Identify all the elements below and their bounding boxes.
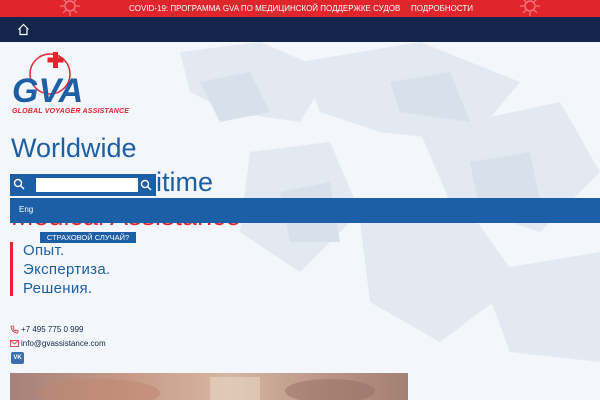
email-address: info@gvassistance.com	[21, 339, 106, 348]
virus-icon	[520, 0, 540, 16]
virus-icon	[60, 0, 80, 16]
hero-title-line-1: Worldwide	[11, 133, 137, 163]
search-input[interactable]	[36, 178, 138, 192]
language-switch-eng[interactable]: Eng	[19, 205, 33, 214]
tagline-accent-bar	[10, 242, 13, 296]
logo-caption: GLOBAL VOYAGER ASSISTANCE	[12, 108, 130, 115]
hero-photo	[10, 373, 408, 400]
logo-text: GVA	[12, 72, 83, 110]
covid-details-link[interactable]: ПОДРОБНОСТИ	[411, 0, 473, 17]
mail-icon	[10, 340, 19, 347]
search-icon[interactable]	[13, 178, 25, 190]
home-icon[interactable]	[17, 23, 30, 36]
tagline-line-1: Опыт.	[23, 242, 65, 259]
phone-number: +7 495 775 0 999	[21, 325, 84, 334]
search-submit-icon[interactable]	[138, 178, 154, 192]
search-bar	[10, 174, 156, 196]
top-nav-bar	[0, 17, 600, 42]
phone-icon	[10, 325, 19, 334]
contact-email[interactable]: info@gvassistance.com	[10, 339, 106, 348]
language-bar: Eng	[10, 198, 600, 223]
covid-announcement-bar: COVID-19: ПРОГРАММА GVA ПО МЕДИЦИНСКОЙ П…	[0, 0, 600, 17]
photo-detail	[40, 377, 375, 400]
tagline-line-3: Решения.	[23, 280, 93, 297]
vk-icon[interactable]: VK	[11, 352, 24, 364]
covid-program-link[interactable]: COVID-19: ПРОГРАММА GVA ПО МЕДИЦИНСКОЙ П…	[129, 0, 400, 17]
contact-phone[interactable]: +7 495 775 0 999	[10, 325, 84, 334]
tagline-line-2: Экспертиза.	[23, 261, 111, 278]
